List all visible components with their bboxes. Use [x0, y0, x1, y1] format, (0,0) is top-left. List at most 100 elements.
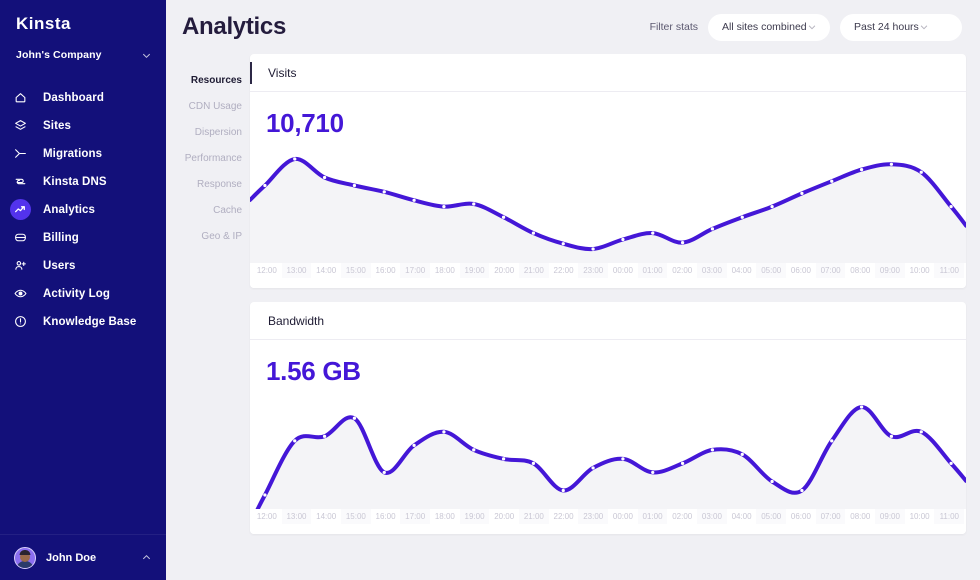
chart-data-point[interactable]: [293, 439, 296, 442]
user-menu[interactable]: John Doe: [0, 534, 166, 580]
chart-data-point[interactable]: [383, 471, 386, 474]
chart-data-point[interactable]: [472, 448, 475, 451]
chart-data-point[interactable]: [263, 184, 266, 187]
tab-performance[interactable]: Performance: [178, 146, 242, 172]
sidebar-item-label: Activity Log: [43, 288, 110, 300]
axis-tick-label: 06:00: [786, 263, 816, 278]
tab-cache[interactable]: Cache: [178, 198, 242, 224]
axis-tick-label: 06:00: [786, 509, 816, 524]
chart-data-point[interactable]: [532, 232, 535, 235]
chart-data-point[interactable]: [621, 457, 624, 460]
axis-tick-label: 02:00: [667, 509, 697, 524]
chart-data-point[interactable]: [860, 405, 863, 408]
chart-data-point[interactable]: [830, 180, 833, 183]
chart-data-point[interactable]: [651, 232, 654, 235]
tab-geo-ip[interactable]: Geo & IP: [178, 224, 242, 250]
chart-data-point[interactable]: [323, 176, 326, 179]
sidebar-item-label: Sites: [43, 120, 71, 132]
chart-data-point[interactable]: [711, 227, 714, 230]
chart-data-point[interactable]: [621, 238, 624, 241]
chart-data-point[interactable]: [890, 163, 893, 166]
chart-data-point[interactable]: [502, 457, 505, 460]
chart-data-point[interactable]: [591, 466, 594, 469]
sidebar-item-dashboard[interactable]: Dashboard: [0, 84, 166, 111]
chart-data-point[interactable]: [890, 435, 893, 438]
tab-dispersion[interactable]: Dispersion: [178, 120, 242, 146]
tab-resources[interactable]: Resources: [178, 68, 242, 94]
axis-tick-label: 18:00: [430, 509, 460, 524]
chart-data-point[interactable]: [920, 430, 923, 433]
sidebar-item-label: Billing: [43, 232, 79, 244]
axis-tick-label: 08:00: [845, 509, 875, 524]
chart-data-point[interactable]: [472, 202, 475, 205]
chart-data-point[interactable]: [353, 417, 356, 420]
chart-data-point[interactable]: [770, 480, 773, 483]
chart-data-point[interactable]: [830, 439, 833, 442]
chart-data-point[interactable]: [442, 430, 445, 433]
chart-data-point[interactable]: [412, 199, 415, 202]
sidebar-item-kinsta-dns[interactable]: Kinsta DNS: [0, 168, 166, 195]
chart-data-point[interactable]: [949, 205, 952, 208]
site-filter-value: All sites combined: [722, 21, 807, 33]
chart-data-point[interactable]: [293, 157, 296, 160]
card-icon: [10, 227, 31, 248]
help-icon: [10, 311, 31, 332]
time-range-dropdown[interactable]: Past 24 hours: [840, 14, 962, 41]
chart-data-point[interactable]: [651, 471, 654, 474]
axis-tick-label: 23:00: [578, 263, 608, 278]
sidebar-item-users[interactable]: Users: [0, 252, 166, 279]
chart-data-point[interactable]: [681, 462, 684, 465]
chart-data-point[interactable]: [353, 184, 356, 187]
chart-data-point[interactable]: [562, 489, 565, 492]
axis-tick-label: 03:00: [697, 509, 727, 524]
trend-up-icon: [10, 199, 31, 220]
chart-data-point[interactable]: [920, 171, 923, 174]
axis-tick-label: 05:00: [756, 263, 786, 278]
eye-icon: [10, 283, 31, 304]
chart-data-point[interactable]: [562, 242, 565, 245]
chart-data-point[interactable]: [323, 435, 326, 438]
chart-data-point[interactable]: [800, 192, 803, 195]
chart-data-point[interactable]: [591, 247, 594, 250]
chart-data-point[interactable]: [502, 216, 505, 219]
axis-tick-label: 21:00: [519, 263, 549, 278]
axis-tick-label: 10:00: [905, 263, 935, 278]
topbar: Analytics Filter stats All sites combine…: [166, 0, 980, 54]
chart-data-point[interactable]: [741, 216, 744, 219]
axis-tick-label: 16:00: [371, 263, 401, 278]
sidebar-item-billing[interactable]: Billing: [0, 224, 166, 251]
chart-data-point[interactable]: [383, 190, 386, 193]
dns-icon: [10, 171, 31, 192]
tab-response[interactable]: Response: [178, 172, 242, 198]
visits-chart[interactable]: [250, 143, 966, 263]
sidebar-item-sites[interactable]: Sites: [0, 112, 166, 139]
chart-data-point[interactable]: [770, 205, 773, 208]
company-switcher[interactable]: John's Company: [0, 42, 166, 68]
chart-data-point[interactable]: [442, 205, 445, 208]
chart-data-point[interactable]: [532, 462, 535, 465]
sidebar-item-knowledge-base[interactable]: Knowledge Base: [0, 308, 166, 335]
chart-data-point[interactable]: [263, 493, 266, 496]
sidebar-item-migrations[interactable]: Migrations: [0, 140, 166, 167]
chevron-down-icon: [141, 50, 152, 61]
bandwidth-chart[interactable]: [250, 391, 966, 509]
chart-data-point[interactable]: [681, 241, 684, 244]
chart-data-point[interactable]: [711, 448, 714, 451]
visits-card-header: Visits: [250, 54, 966, 92]
chart-data-point[interactable]: [949, 462, 952, 465]
sidebar-item-activity-log[interactable]: Activity Log: [0, 280, 166, 307]
axis-tick-label: 04:00: [727, 509, 757, 524]
tab-cdn-usage[interactable]: CDN Usage: [178, 94, 242, 120]
chart-data-point[interactable]: [860, 168, 863, 171]
axis-tick-label: 13:00: [282, 509, 312, 524]
axis-tick-label: 07:00: [816, 509, 846, 524]
visits-value: 10,710: [250, 92, 966, 139]
sidebar-item-label: Users: [43, 260, 75, 272]
sidebar-item-analytics[interactable]: Analytics: [0, 196, 166, 223]
chart-data-point[interactable]: [800, 489, 803, 492]
chevron-down-icon: [919, 22, 929, 32]
chart-data-point[interactable]: [412, 444, 415, 447]
chart-data-point[interactable]: [741, 453, 744, 456]
site-filter-dropdown[interactable]: All sites combined: [708, 14, 830, 41]
analytics-panel: Resources CDN Usage Dispersion Performan…: [166, 54, 980, 534]
